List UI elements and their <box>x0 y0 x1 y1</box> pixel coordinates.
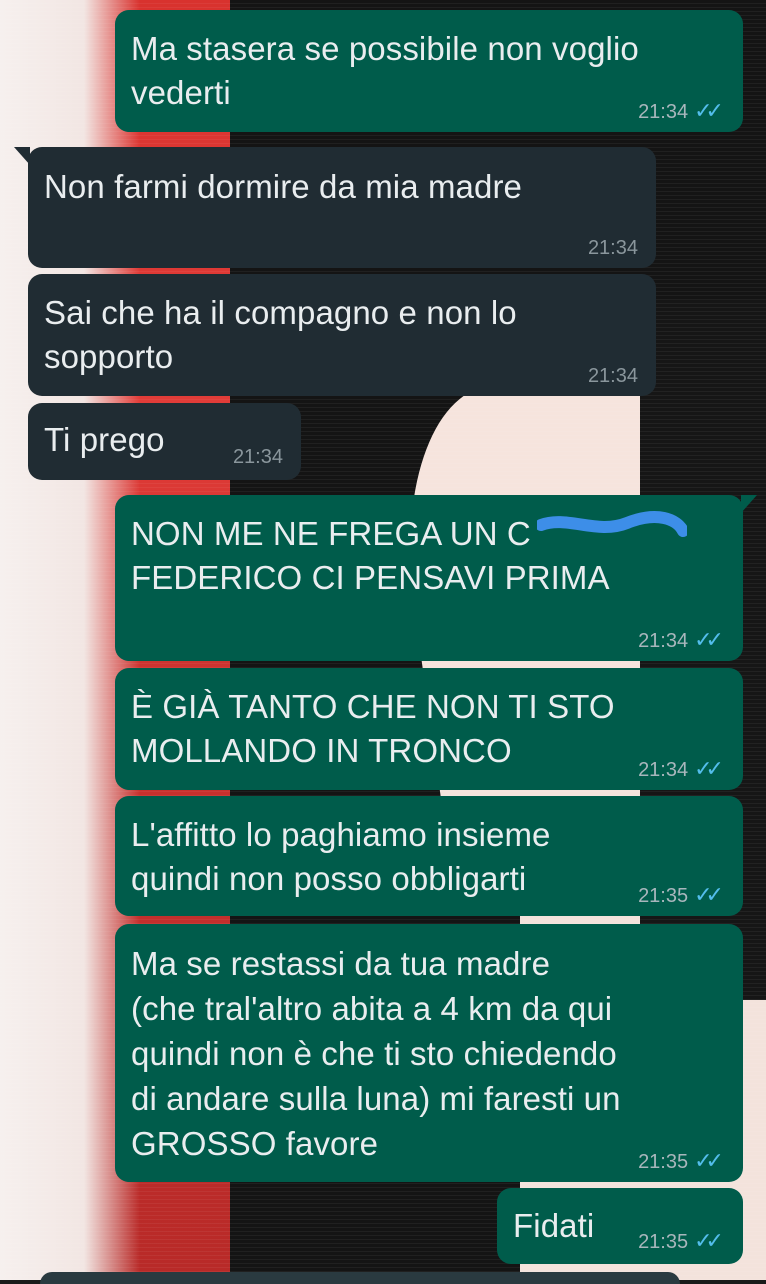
message-bubble-outgoing[interactable]: Ma se restassi da tua madre (che tral'al… <box>115 924 743 1182</box>
message-time: 21:34 <box>638 101 689 123</box>
message-bubble-outgoing[interactable]: NON ME NE FREGA UN C FEDERICO CI PENSAVI… <box>115 495 757 661</box>
read-double-check-icon: ✓✓ <box>694 99 724 124</box>
message-meta: 21:34 ✓✓ <box>638 628 724 653</box>
read-double-check-icon: ✓✓ <box>694 628 724 653</box>
message-bubble-outgoing[interactable]: È GIÀ TANTO CHE NON TI STO MOLLANDO IN T… <box>115 668 743 790</box>
message-meta: 21:34 <box>588 366 638 386</box>
message-meta: 21:35 ✓✓ <box>638 1229 724 1254</box>
message-text: Sai che ha il compagno e non lo sopporto <box>44 294 517 375</box>
censor-scribble <box>537 511 687 537</box>
message-time: 21:35 <box>638 1231 689 1253</box>
message-meta: 21:34 <box>588 238 638 258</box>
message-bubble-incoming[interactable]: Ti prego 21:34 <box>28 403 301 480</box>
message-bubble-incoming[interactable]: Non farmi dormire da mia madre 21:34 <box>14 147 656 268</box>
read-double-check-icon: ✓✓ <box>694 757 724 782</box>
read-double-check-icon: ✓✓ <box>694 1149 724 1174</box>
bubble-tail <box>14 147 30 165</box>
message-meta: 21:35 ✓✓ <box>638 883 724 908</box>
message-bubble-incoming[interactable]: Sai che ha il compagno e non lo sopporto… <box>28 274 656 396</box>
message-bubble-outgoing[interactable]: L'affitto lo paghiamo insieme quindi non… <box>115 796 743 916</box>
message-time: 21:34 <box>587 237 638 259</box>
message-meta: 21:34 <box>233 447 283 467</box>
message-bubble-outgoing[interactable]: Fidati 21:35 ✓✓ <box>497 1188 743 1264</box>
message-time: 21:34 <box>638 630 689 652</box>
read-double-check-icon: ✓✓ <box>694 883 724 908</box>
message-time: 21:34 <box>587 365 638 387</box>
message-time: 21:35 <box>638 1151 689 1173</box>
message-text: Non farmi dormire da mia madre <box>44 168 522 205</box>
message-text: Ma se restassi da tua madre (che tral'al… <box>131 945 621 1162</box>
message-input-bar[interactable] <box>40 1272 680 1284</box>
message-meta: 21:34 ✓✓ <box>638 757 724 782</box>
message-time: 21:34 <box>232 446 283 468</box>
message-bubble-outgoing[interactable]: Ma stasera se possibile non voglio veder… <box>115 10 743 132</box>
message-time: 21:35 <box>638 885 689 907</box>
message-time: 21:34 <box>638 759 689 781</box>
message-meta: 21:34 ✓✓ <box>638 99 724 124</box>
message-meta: 21:35 ✓✓ <box>638 1149 724 1174</box>
read-double-check-icon: ✓✓ <box>694 1229 724 1254</box>
bubble-tail <box>741 495 757 513</box>
